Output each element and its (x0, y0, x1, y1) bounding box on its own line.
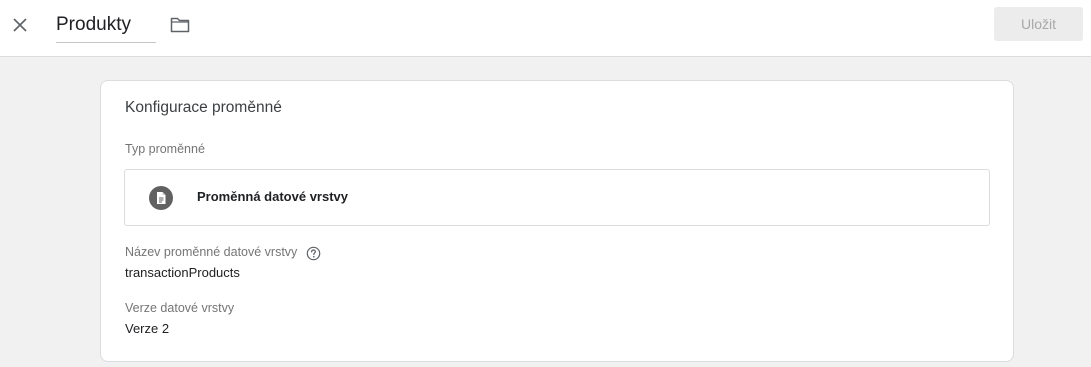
folder-icon (170, 17, 190, 33)
variable-type-selector[interactable]: Proměnná datové vrstvy (124, 169, 990, 226)
data-layer-version-value: Verze 2 (125, 321, 170, 336)
top-bar: Produkty Uložit (0, 0, 1091, 57)
data-layer-name-value: transactionProducts (125, 265, 240, 280)
help-icon[interactable] (305, 245, 321, 261)
data-layer-name-label: Název proměnné datové vrstvy (125, 245, 298, 259)
variable-type-name: Proměnná datové vrstvy (197, 189, 349, 204)
variable-name-field[interactable]: Produkty (56, 10, 156, 43)
folder-button[interactable] (167, 13, 193, 37)
variable-configuration-card: Konfigurace proměnné Typ proměnné Proměn… (100, 80, 1014, 362)
variable-type-label: Typ proměnné (125, 142, 205, 156)
data-layer-version-label: Verze datové vrstvy (125, 301, 235, 315)
close-icon (13, 18, 27, 32)
section-title: Konfigurace proměnné (125, 99, 282, 116)
variable-name-text[interactable]: Produkty (56, 10, 156, 40)
save-button[interactable]: Uložit (994, 7, 1083, 41)
close-button[interactable] (6, 11, 34, 39)
document-icon (149, 186, 173, 210)
